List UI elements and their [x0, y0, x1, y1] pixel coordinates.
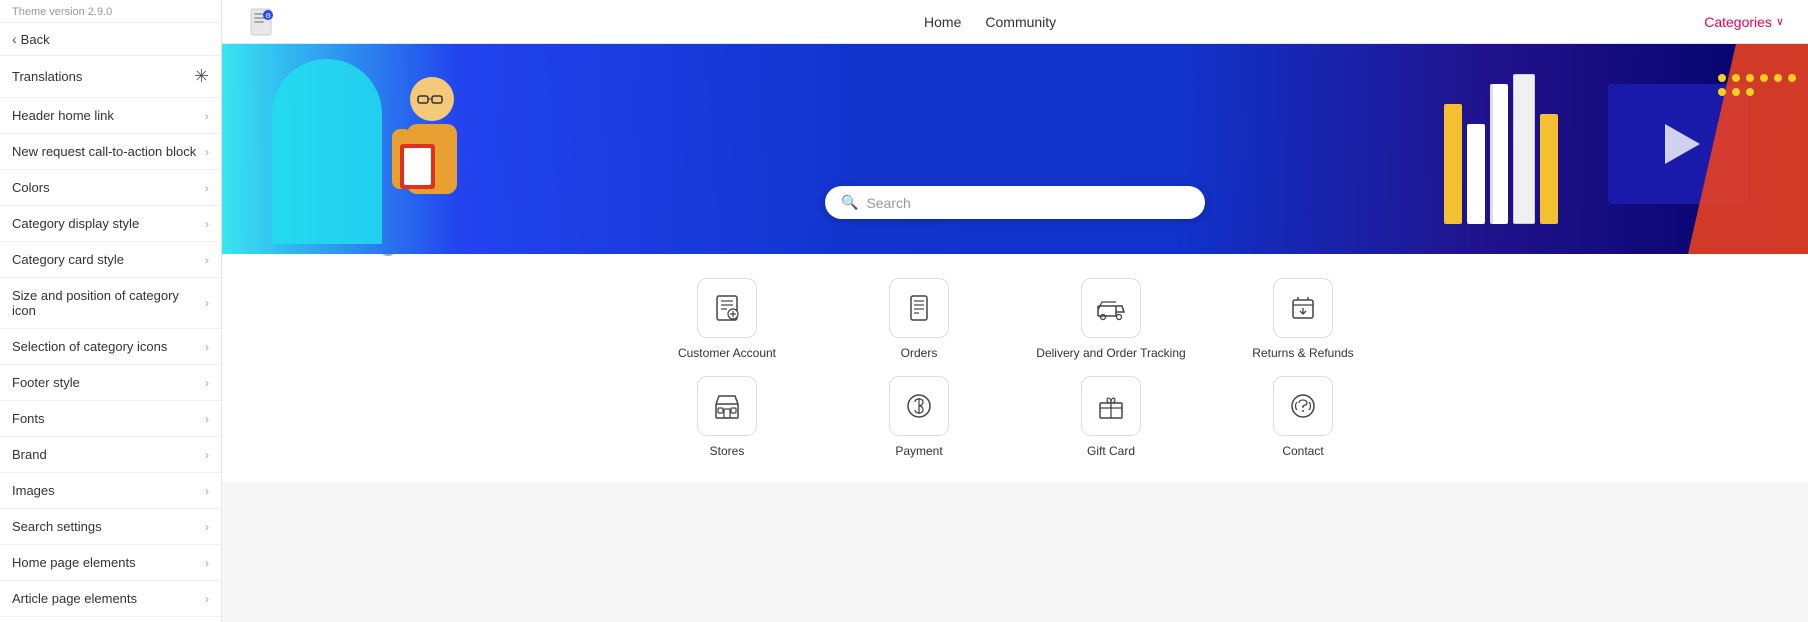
category-label-returns-refunds: Returns & Refunds — [1252, 346, 1353, 360]
sidebar-item-search-settings[interactable]: Search settings › — [0, 509, 221, 545]
home-link[interactable]: Home — [924, 14, 961, 30]
category-label-orders: Orders — [901, 346, 938, 360]
chevron-right-icon: › — [205, 484, 209, 498]
sidebar-item-colors[interactable]: Colors › — [0, 170, 221, 206]
categories-dropdown[interactable]: Categories ∨ — [1704, 14, 1784, 30]
chevron-down-icon: ∨ — [1776, 15, 1784, 28]
sidebar-item-home-page-elements[interactable]: Home page elements › — [0, 545, 221, 581]
category-icon-orders — [889, 278, 949, 338]
back-label: Back — [21, 32, 50, 47]
svg-text:⚙: ⚙ — [265, 12, 271, 20]
category-icon-customer-account — [697, 278, 757, 338]
chevron-right-icon: › — [205, 520, 209, 534]
sidebar-item-label: Selection of category icons — [12, 339, 167, 354]
sidebar-item-label: Category card style — [12, 252, 124, 267]
categories-grid: Customer Account Orders Delivery and Ord… — [635, 278, 1395, 458]
sidebar-item-selection-category-icons[interactable]: Selection of category icons › — [0, 329, 221, 365]
sidebar-item-label: New request call-to-action block — [12, 144, 196, 159]
category-label-payment: Payment — [895, 444, 942, 458]
categories-section: Customer Account Orders Delivery and Ord… — [222, 254, 1808, 482]
chevron-right-icon: › — [205, 448, 209, 462]
sidebar-item-label: Brand — [12, 447, 47, 462]
chevron-right-icon: › — [205, 217, 209, 231]
sidebar-item-size-position-category-icon[interactable]: Size and position of category icon › — [0, 278, 221, 329]
logo-icon: ⚙ — [246, 7, 276, 37]
hero-books — [1444, 74, 1558, 224]
sidebar-item-label: Colors — [12, 180, 50, 195]
chevron-right-icon: › — [205, 145, 209, 159]
hero-search-container: 🔍 Search — [825, 186, 1205, 219]
hero-cyan-arc — [272, 59, 382, 244]
category-item-returns-refunds[interactable]: Returns & Refunds — [1211, 278, 1395, 360]
sidebar-item-label: Article page elements — [12, 591, 137, 606]
sidebar-item-label: Fonts — [12, 411, 45, 426]
chevron-right-icon: › — [205, 109, 209, 123]
search-placeholder-text: Search — [866, 195, 1189, 211]
sidebar-item-brand[interactable]: Brand › — [0, 437, 221, 473]
categories-label: Categories — [1704, 14, 1772, 30]
category-label-customer-account: Customer Account — [678, 346, 776, 360]
search-icon: 🔍 — [841, 194, 858, 211]
back-arrow-icon: ‹ — [12, 31, 17, 47]
chevron-right-icon: › — [205, 340, 209, 354]
category-icon-stores — [697, 376, 757, 436]
sidebar: Theme version 2.9.0 ‹ Back Translations … — [0, 0, 222, 622]
hero-banner: 🔍 Search — [222, 44, 1808, 254]
category-item-orders[interactable]: Orders — [827, 278, 1011, 360]
sidebar-item-category-card-style[interactable]: Category card style › — [0, 242, 221, 278]
hero-person-area — [372, 64, 492, 249]
sidebar-item-label: Search settings — [12, 519, 102, 534]
category-label-delivery-tracking: Delivery and Order Tracking — [1036, 346, 1185, 360]
sidebar-item-category-display-style[interactable]: Category display style › — [0, 206, 221, 242]
topnav: ⚙ Home Community Categories ∨ — [222, 0, 1808, 44]
category-item-customer-account[interactable]: Customer Account — [635, 278, 819, 360]
preview-area: 🔍 Search Customer Account Orders — [222, 44, 1808, 622]
main-preview: ⚙ Home Community Categories ∨ — [222, 0, 1808, 622]
category-label-stores: Stores — [710, 444, 745, 458]
sidebar-item-images[interactable]: Images › — [0, 473, 221, 509]
sidebar-item-label: Header home link — [12, 108, 114, 123]
hero-yellow-dots — [1718, 74, 1798, 96]
sidebar-item-label: Size and position of category icon — [12, 288, 205, 318]
chevron-right-icon: › — [205, 592, 209, 606]
category-item-gift-card[interactable]: Gift Card — [1019, 376, 1203, 458]
sidebar-item-translations[interactable]: Translations ✳ — [0, 56, 221, 98]
sidebar-item-label: Home page elements — [12, 555, 136, 570]
community-link[interactable]: Community — [985, 14, 1056, 30]
category-item-contact[interactable]: Contact — [1211, 376, 1395, 458]
chevron-right-icon: › — [205, 376, 209, 390]
hero-search-bar[interactable]: 🔍 Search — [825, 186, 1205, 219]
category-icon-contact — [1273, 376, 1333, 436]
sidebar-item-label: Images — [12, 483, 55, 498]
sidebar-item-new-request-cta[interactable]: New request call-to-action block › — [0, 134, 221, 170]
topnav-links: Home Community — [924, 14, 1056, 30]
category-item-delivery-tracking[interactable]: Delivery and Order Tracking — [1019, 278, 1203, 360]
category-icon-returns-refunds — [1273, 278, 1333, 338]
sidebar-item-footer-style[interactable]: Footer style › — [0, 365, 221, 401]
sidebar-item-label: Footer style — [12, 375, 80, 390]
category-item-stores[interactable]: Stores — [635, 376, 819, 458]
sidebar-item-label: Category display style — [12, 216, 139, 231]
category-label-contact: Contact — [1282, 444, 1323, 458]
translations-label: Translations — [12, 69, 82, 84]
chevron-right-icon: › — [205, 296, 209, 310]
category-icon-delivery-tracking — [1081, 278, 1141, 338]
chevron-right-icon: › — [205, 556, 209, 570]
translations-icon: ✳ — [194, 66, 209, 87]
back-button[interactable]: ‹ Back — [0, 23, 221, 56]
version-label: Theme version 2.9.0 — [0, 0, 221, 23]
chevron-right-icon: › — [205, 181, 209, 195]
logo: ⚙ — [246, 7, 276, 37]
category-item-payment[interactable]: Payment — [827, 376, 1011, 458]
sidebar-item-fonts[interactable]: Fonts › — [0, 401, 221, 437]
chevron-right-icon: › — [205, 253, 209, 267]
sidebar-item-header-home-link[interactable]: Header home link › — [0, 98, 221, 134]
chevron-right-icon: › — [205, 412, 209, 426]
category-label-gift-card: Gift Card — [1087, 444, 1135, 458]
category-icon-payment — [889, 376, 949, 436]
category-icon-gift-card — [1081, 376, 1141, 436]
sidebar-item-article-page-elements[interactable]: Article page elements › — [0, 581, 221, 617]
